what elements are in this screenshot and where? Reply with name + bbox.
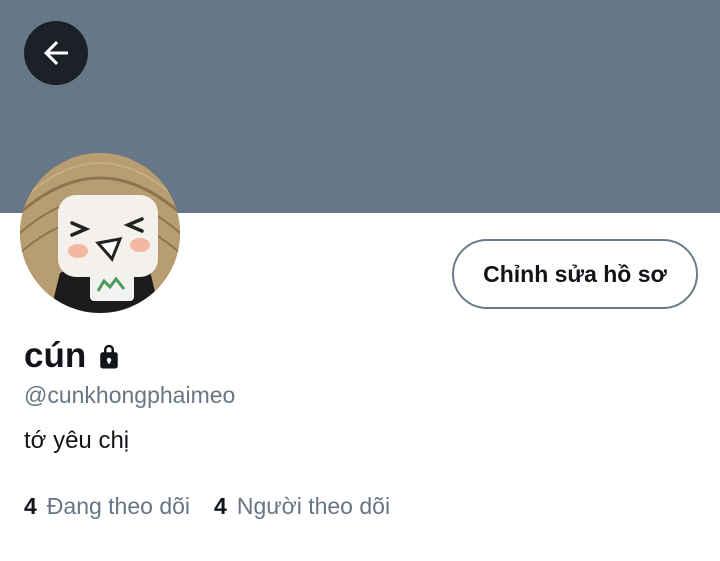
followers-label: Người theo dõi (236, 493, 391, 519)
following-label: Đang theo dõi (46, 493, 191, 519)
followers-link[interactable]: 4 Người theo dõi (214, 490, 390, 522)
back-button[interactable] (24, 21, 88, 85)
lock-icon (94, 341, 124, 371)
profile-page: Chỉnh sửa hồ sơ cún @cunkhongphaimeo tớ … (0, 0, 720, 561)
display-name: cún (24, 336, 87, 375)
edit-profile-button[interactable]: Chỉnh sửa hồ sơ (452, 239, 698, 309)
arrow-left-icon (44, 41, 68, 65)
profile-bio: tớ yêu chị (24, 427, 130, 454)
followers-count: 4 (214, 493, 227, 519)
edit-profile-label: Chỉnh sửa hồ sơ (483, 260, 667, 287)
avatar-image (20, 153, 180, 313)
name-row: cún (24, 334, 124, 378)
user-handle: @cunkhongphaimeo (24, 382, 236, 408)
following-link[interactable]: 4 Đang theo dõi (24, 490, 190, 522)
following-count: 4 (24, 493, 37, 519)
avatar[interactable] (20, 153, 180, 313)
follow-stats: 4 Đang theo dõi 4 Người theo dõi (24, 490, 414, 522)
